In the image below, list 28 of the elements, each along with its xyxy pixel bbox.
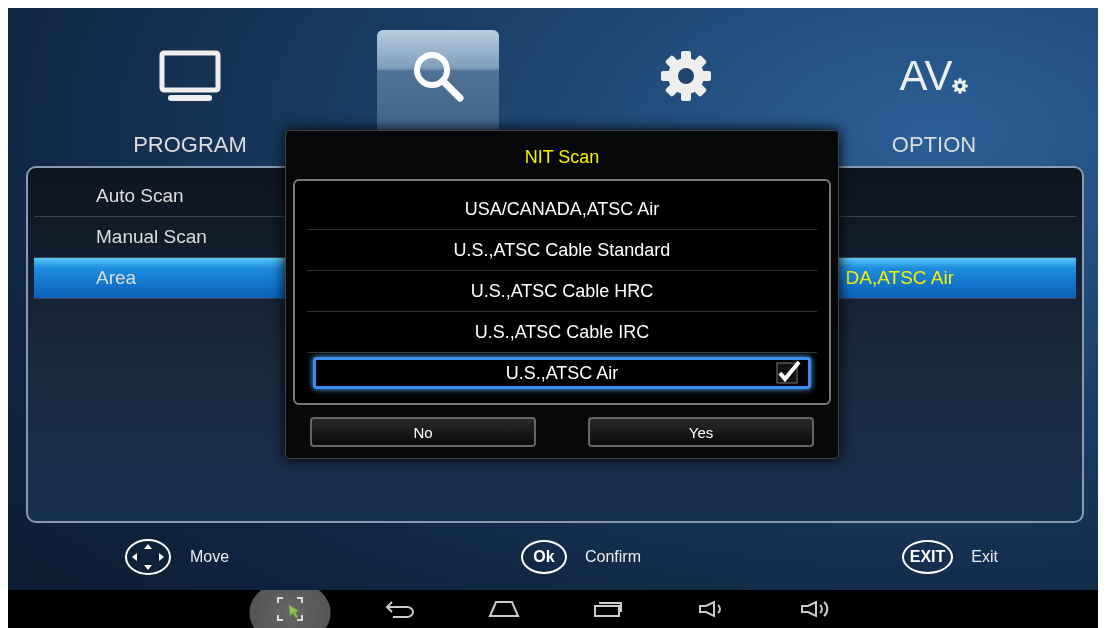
screenshot-icon — [276, 596, 304, 622]
home-icon — [488, 600, 520, 618]
option-item[interactable]: U.S.,ATSC Cable Standard — [307, 230, 817, 271]
recents-icon — [593, 600, 623, 618]
tv-icon — [159, 50, 221, 102]
remote-key-icon: EXIT — [901, 539, 954, 574]
search-icon — [411, 49, 465, 103]
hint-label: Confirm — [585, 547, 641, 566]
dialog-button[interactable]: Yes — [588, 417, 814, 447]
dialog-button[interactable]: No — [310, 417, 536, 447]
back-icon — [385, 600, 415, 618]
hint-label: Exit — [971, 547, 998, 566]
option-item[interactable]: U.S.,ATSC Air — [313, 357, 811, 389]
dialog-title: NIT Scan — [524, 147, 600, 169]
row-label: Auto Scan — [96, 185, 184, 207]
row-value: DA,ATSC Air — [845, 267, 954, 289]
menu-tab[interactable]: AV OPTION — [873, 30, 995, 158]
row-label: Manual Scan — [96, 226, 207, 248]
settings-icon — [660, 50, 712, 102]
option-item[interactable]: U.S.,ATSC Cable HRC — [307, 271, 817, 312]
av-logo: AV — [899, 52, 969, 100]
row-label: Area — [96, 267, 137, 289]
dpad-icon — [124, 537, 172, 576]
menu-tab[interactable]: PROGRAM — [129, 30, 251, 158]
option-item[interactable]: U.S.,ATSC Cable IRC — [307, 312, 817, 353]
option-item[interactable]: USA/CANADA,ATSC Air — [307, 189, 817, 230]
remote-key-icon: Ok — [521, 539, 567, 574]
hint-label: Move — [190, 547, 230, 566]
